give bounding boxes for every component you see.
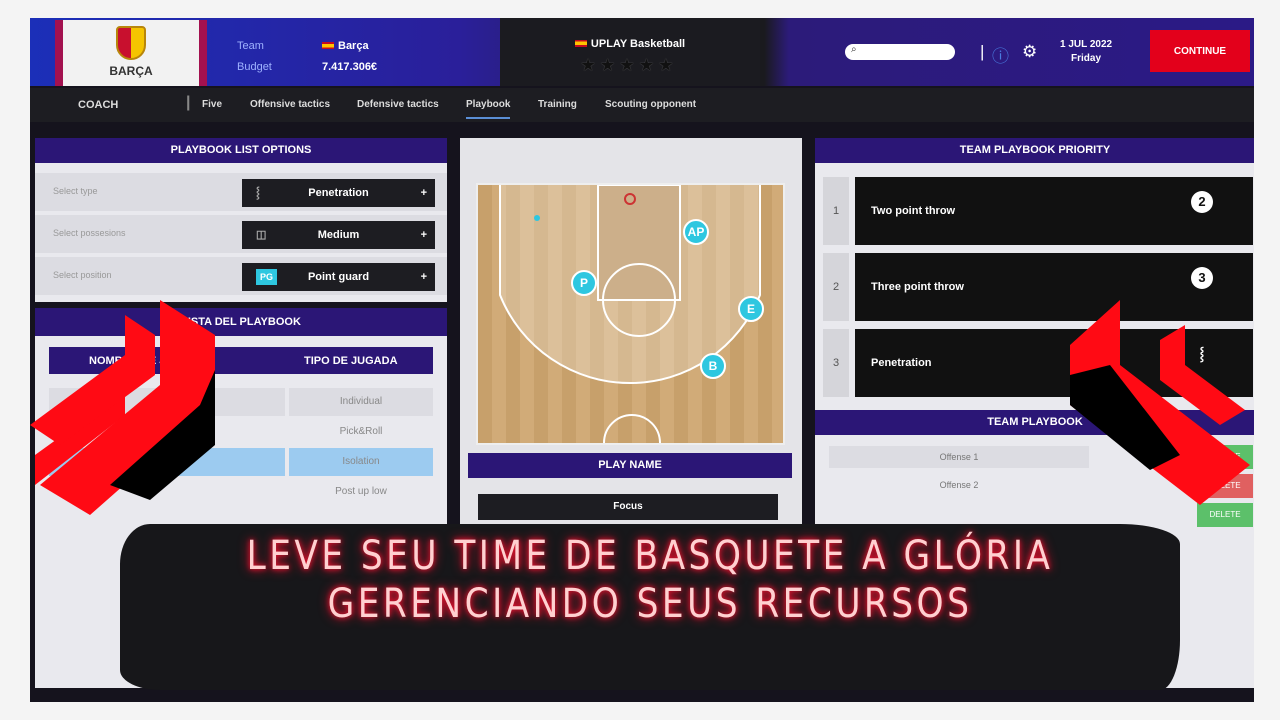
playbook-row[interactable]: Offense 2 bbox=[829, 474, 1089, 496]
play-type: Individual bbox=[289, 388, 433, 416]
penetration-icon: ⸾ bbox=[256, 187, 260, 199]
option-label: Select type bbox=[53, 186, 98, 196]
select-type-row: Select type ⸾ Penetration + bbox=[35, 173, 447, 211]
position-select[interactable]: PG Point guard + bbox=[242, 263, 435, 291]
plus-icon: + bbox=[420, 229, 427, 241]
select-possessions-row: Select possesions ◫ Medium + bbox=[35, 215, 447, 253]
league-panel: UPLAY Basketball ★★★★★ bbox=[500, 18, 760, 86]
search-input[interactable]: ⌕ bbox=[845, 44, 955, 60]
spain-flag-icon bbox=[574, 40, 587, 47]
player-marker[interactable]: E bbox=[738, 296, 764, 322]
play-type: Isolation bbox=[289, 448, 433, 476]
tab-five[interactable]: Five bbox=[202, 99, 222, 110]
gear-icon[interactable]: ⚙ bbox=[1022, 42, 1037, 62]
continue-button[interactable]: CONTINUE bbox=[1150, 30, 1250, 72]
plus-icon: + bbox=[420, 271, 427, 283]
tab-playbook[interactable]: Playbook bbox=[466, 99, 511, 119]
top-header: BARÇA Team Budget Barça 7.417.306€ UPLAY B… bbox=[30, 18, 1254, 86]
clock-icon: ◫ bbox=[256, 229, 267, 241]
rank: 3 bbox=[823, 329, 849, 397]
right-chevrons-decoration bbox=[1070, 300, 1250, 505]
player-marker[interactable]: B bbox=[700, 353, 726, 379]
playbook-options-panel: PLAYBOOK LIST OPTIONS Select type ⸾ Penetr… bbox=[35, 138, 447, 302]
overlay-banner: LEVE SEU TIME DE BASQUETE A GLÓRIA GEREN… bbox=[120, 524, 1180, 690]
tab-defensive-tactics[interactable]: Defensive tactics bbox=[357, 99, 439, 110]
select-value: Penetration bbox=[308, 187, 369, 199]
focus-field[interactable]: Focus bbox=[478, 494, 778, 520]
overlay-title-line1: LEVE SEU TIME DE BASQUETE A GLÓRIA bbox=[246, 533, 1054, 579]
basketball-court: AP P E B bbox=[476, 183, 785, 445]
section-title: COACH bbox=[78, 99, 119, 111]
play-type: Pick&Roll bbox=[339, 426, 383, 437]
tab-training[interactable]: Training bbox=[538, 99, 577, 110]
crest-icon bbox=[116, 26, 146, 60]
divider-icon: | bbox=[980, 42, 985, 61]
basket-two-icon: 2 bbox=[1191, 191, 1213, 213]
team-labels: Team Budget bbox=[237, 36, 272, 78]
option-label: Select position bbox=[53, 270, 112, 280]
playbook-row[interactable]: Offense 1 bbox=[829, 446, 1089, 468]
rank: 1 bbox=[823, 177, 849, 245]
priority-label: Three point throw bbox=[871, 281, 964, 293]
team-values: Barça 7.417.306€ bbox=[322, 36, 377, 78]
type-select[interactable]: ⸾ Penetration + bbox=[242, 179, 435, 207]
left-chevrons-decoration bbox=[30, 300, 215, 515]
spain-flag-icon bbox=[322, 42, 334, 49]
play-type: Post up low bbox=[335, 486, 387, 497]
date: 1 JUL 2022 bbox=[1060, 39, 1113, 50]
col-type: TIPO DE JUGADA bbox=[304, 355, 398, 367]
priority-item[interactable]: 1 Two point throw 2 bbox=[823, 177, 1253, 245]
date-display: 1 JUL 2022 Friday bbox=[1060, 38, 1112, 66]
select-position-row: Select position PG Point guard + bbox=[35, 257, 447, 295]
rank: 2 bbox=[823, 253, 849, 321]
league-name: UPLAY Basketball bbox=[590, 38, 686, 50]
position-badge: PG bbox=[256, 269, 278, 285]
club-logo: BARÇA bbox=[55, 20, 207, 86]
player-marker[interactable]: P bbox=[571, 270, 597, 296]
team-value: Barça bbox=[338, 40, 369, 52]
budget-label: Budget bbox=[237, 61, 272, 73]
plus-icon: + bbox=[420, 187, 427, 199]
ball-marker bbox=[534, 215, 540, 221]
panel-title: PLAYBOOK LIST OPTIONS bbox=[35, 138, 447, 163]
club-name: BARÇA bbox=[109, 64, 153, 78]
nav-bar: COACH | Five Offensive tactics Defensive… bbox=[30, 88, 1254, 122]
tab-scouting-opponent[interactable]: Scouting opponent bbox=[605, 99, 696, 110]
priority-label: Two point throw bbox=[871, 205, 956, 217]
rating-stars: ★★★★★ bbox=[581, 57, 679, 74]
priority-label: Penetration bbox=[871, 357, 932, 369]
court-lines bbox=[499, 185, 761, 443]
possessions-select[interactable]: ◫ Medium + bbox=[242, 221, 435, 249]
select-value: Medium bbox=[317, 229, 360, 241]
play-name-header: PLAY NAME bbox=[468, 453, 792, 478]
player-marker[interactable]: AP bbox=[683, 219, 709, 245]
overlay-title-line2: GERENCIANDO SEUS RECURSOS bbox=[327, 581, 973, 627]
select-value: Point guard bbox=[307, 271, 370, 283]
budget-value: 7.417.306€ bbox=[322, 61, 378, 73]
weekday: Friday bbox=[1071, 53, 1102, 64]
team-label: Team bbox=[237, 40, 264, 52]
basket-three-icon: 3 bbox=[1191, 267, 1213, 289]
panel-title: TEAM PLAYBOOK PRIORITY bbox=[815, 138, 1254, 163]
tab-offensive-tactics[interactable]: Offensive tactics bbox=[250, 99, 330, 110]
option-label: Select possesions bbox=[53, 228, 126, 238]
info-icon[interactable]: ⓘ bbox=[992, 42, 1009, 67]
divider: | bbox=[186, 94, 191, 111]
